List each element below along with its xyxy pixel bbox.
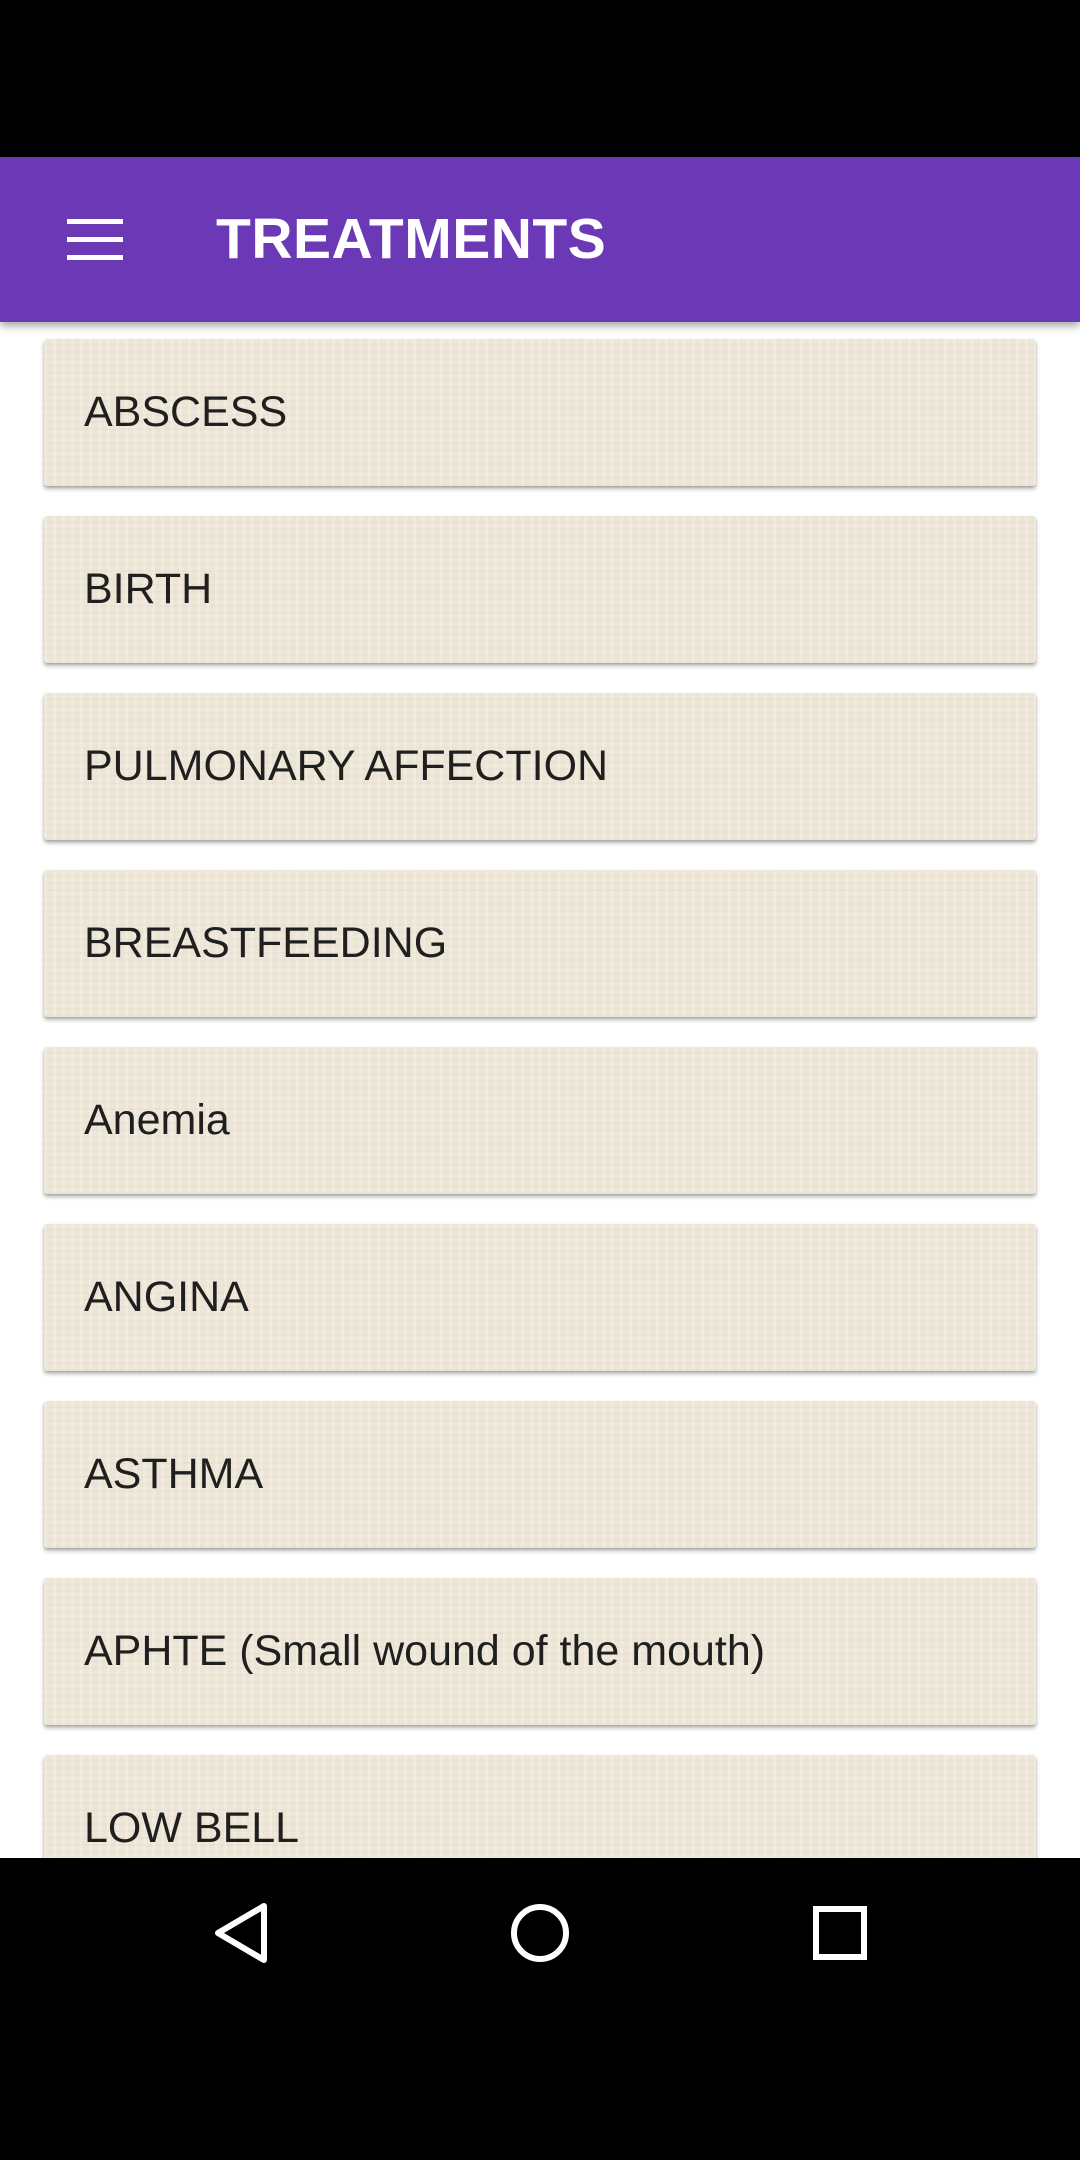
list-item-label: PULMONARY AFFECTION [84, 742, 609, 790]
system-navigation-bar [0, 1858, 1080, 2160]
list-item-pulmonary-affection[interactable]: PULMONARY AFFECTION [44, 693, 1036, 840]
page-title: TREATMENTS [216, 207, 607, 271]
list-item-low-bell[interactable]: LOW BELL [44, 1755, 1036, 1858]
back-triangle-icon [215, 1903, 267, 1963]
list-item-label: ANGINA [84, 1273, 249, 1321]
treatments-list: ABSCESS BIRTH PULMONARY AFFECTION BREAST… [44, 339, 1036, 1858]
app-bar: TREATMENTS [0, 157, 1080, 322]
list-item-label: ABSCESS [84, 388, 288, 436]
list-item-birth[interactable]: BIRTH [44, 516, 1036, 663]
list-item-label: APHTE (Small wound of the mouth) [84, 1627, 766, 1675]
list-item-angina[interactable]: ANGINA [44, 1224, 1036, 1371]
list-item-label: Anemia [84, 1096, 230, 1144]
list-item-label: ASTHMA [84, 1450, 264, 1498]
list-item-aphte[interactable]: APHTE (Small wound of the mouth) [44, 1578, 1036, 1725]
back-button[interactable] [171, 1858, 311, 2008]
list-item-asthma[interactable]: ASTHMA [44, 1401, 1036, 1548]
list-item-label: BIRTH [84, 565, 213, 613]
menu-button[interactable] [50, 197, 140, 282]
list-item-breastfeeding[interactable]: BREASTFEEDING [44, 870, 1036, 1017]
hamburger-menu-icon [67, 218, 123, 260]
list-item-abscess[interactable]: ABSCESS [44, 339, 1036, 486]
home-button[interactable] [470, 1858, 610, 2008]
status-bar [0, 0, 1080, 157]
recents-square-icon [813, 1906, 867, 1960]
list-item-label: BREASTFEEDING [84, 919, 448, 967]
list-item-label: LOW BELL [84, 1804, 300, 1852]
recents-button[interactable] [770, 1858, 910, 2008]
home-circle-icon [511, 1904, 569, 1962]
treatments-list-container[interactable]: ABSCESS BIRTH PULMONARY AFFECTION BREAST… [0, 322, 1080, 1858]
list-item-anemia[interactable]: Anemia [44, 1047, 1036, 1194]
